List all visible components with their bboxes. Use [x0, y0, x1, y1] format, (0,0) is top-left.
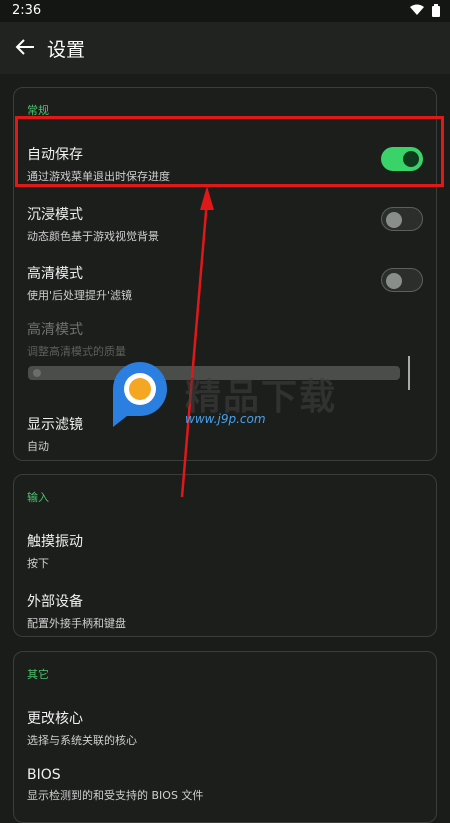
watermark-url: www.j9p.com [185, 412, 266, 426]
section-title-other: 其它 [27, 668, 49, 681]
setting-subtitle: 选择与系统关联的核心 [27, 734, 137, 747]
status-time: 2:36 [12, 3, 42, 18]
app-bar: 设置 [0, 22, 450, 74]
hd-mode-toggle[interactable] [381, 268, 423, 292]
setting-title: 沉浸模式 [27, 207, 83, 223]
battery-icon [432, 4, 440, 17]
section-title-input: 输入 [27, 491, 49, 504]
change-core-setting[interactable]: 更改核心 选择与系统关联的核心 [27, 708, 422, 748]
setting-title: 高清模式 [27, 322, 83, 338]
setting-subtitle: 使用'后处理提升'滤镜 [27, 289, 133, 302]
page-title: 设置 [47, 39, 86, 61]
bios-setting[interactable]: BIOS 显示检测到的和受支持的 BIOS 文件 [27, 767, 422, 803]
back-arrow-icon[interactable] [14, 36, 36, 58]
setting-title: 高清模式 [27, 266, 83, 282]
status-bar: 2:36 [0, 0, 450, 22]
slider-end-marker [408, 356, 410, 390]
setting-subtitle: 调整高清模式的质量 [27, 345, 126, 358]
external-devices-setting[interactable]: 外部设备 配置外接手柄和键盘 [27, 591, 422, 631]
setting-subtitle: 显示检测到的和受支持的 BIOS 文件 [27, 789, 204, 802]
setting-subtitle: 按下 [27, 557, 49, 570]
watermark-logo [113, 362, 167, 427]
immersive-mode-setting[interactable]: 沉浸模式 动态颜色基于游戏视觉背景 [27, 204, 422, 244]
immersive-mode-toggle[interactable] [381, 207, 423, 231]
annotation-highlight-box [15, 116, 444, 187]
setting-title: BIOS [27, 767, 61, 783]
setting-title: 触摸振动 [27, 534, 83, 550]
setting-subtitle: 动态颜色基于游戏视觉背景 [27, 230, 159, 243]
setting-subtitle: 配置外接手柄和键盘 [27, 617, 126, 630]
wifi-icon [410, 4, 424, 15]
slider-thumb [33, 369, 41, 377]
setting-subtitle: 自动 [27, 440, 49, 453]
section-other: 其它 更改核心 选择与系统关联的核心 BIOS 显示检测到的和受支持的 BIOS… [13, 651, 437, 823]
section-input: 输入 触摸振动 按下 外部设备 配置外接手柄和键盘 [13, 474, 437, 637]
haptic-feedback-setting[interactable]: 触摸振动 按下 [27, 531, 422, 571]
setting-title: 外部设备 [27, 594, 83, 610]
hd-quality-setting: 高清模式 调整高清模式的质量 [27, 319, 422, 359]
hd-mode-setting[interactable]: 高清模式 使用'后处理提升'滤镜 [27, 263, 422, 303]
status-icons [410, 4, 440, 17]
setting-title: 更改核心 [27, 711, 83, 727]
